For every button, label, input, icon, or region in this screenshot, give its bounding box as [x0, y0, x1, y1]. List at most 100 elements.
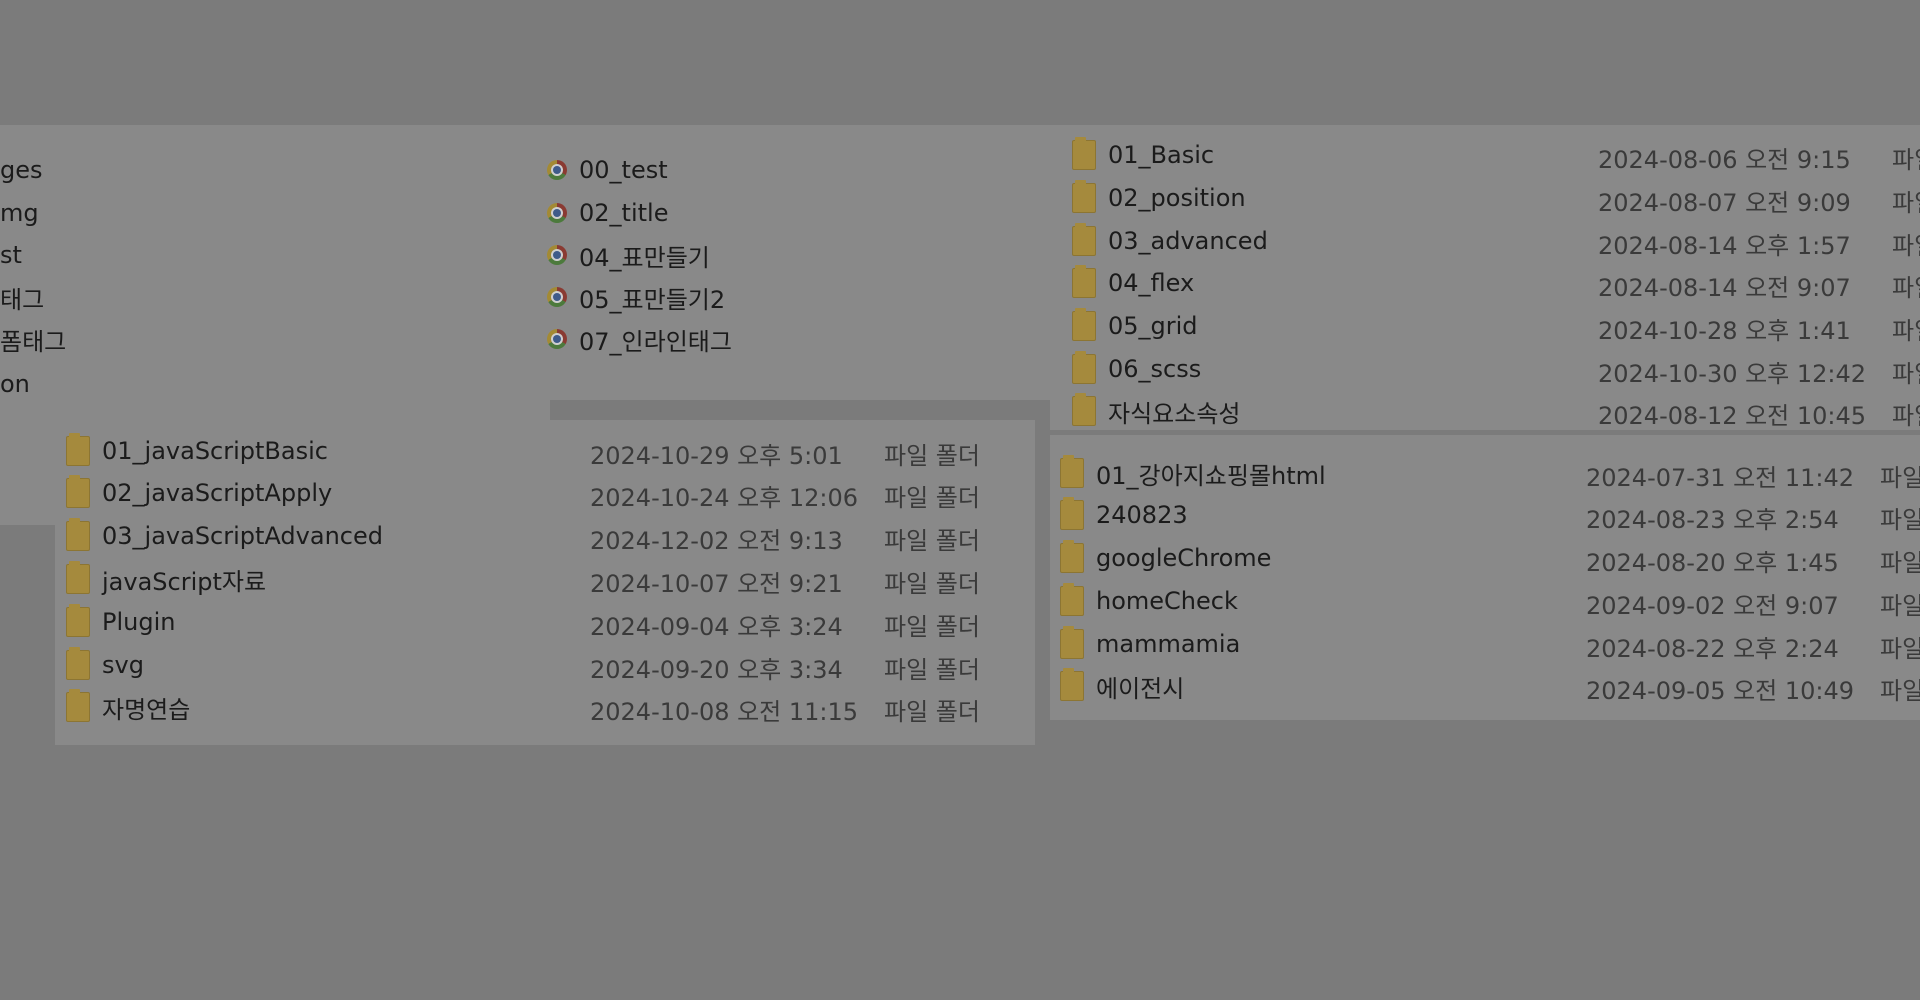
list-item[interactable]: on — [0, 367, 30, 401]
folder-row[interactable]: 03_advanced — [1072, 223, 1268, 258]
folder-type: 파일 폴더 — [884, 613, 980, 641]
folder-icon — [1072, 265, 1096, 298]
chrome-file-icon — [547, 287, 567, 307]
item-name: mg — [0, 199, 39, 227]
folder-icon — [1060, 540, 1084, 573]
file-name: 00_test — [579, 156, 668, 184]
folder-row[interactable]: 02_javaScriptApply — [66, 475, 333, 510]
folder-icon — [66, 647, 90, 680]
folder-date: 2024-08-22 오후 2:24 — [1586, 635, 1839, 663]
folder-row[interactable]: 자식요소속성 — [1072, 393, 1241, 428]
folder-name: 01_javaScriptBasic — [102, 437, 328, 465]
folder-row[interactable]: 05_grid — [1072, 308, 1198, 343]
folder-row[interactable]: Plugin — [66, 604, 176, 639]
folder-name: 04_flex — [1108, 269, 1195, 297]
folder-type: 파일 폴더 — [884, 484, 980, 512]
file-row[interactable]: 04_표만들기 — [547, 238, 710, 272]
folder-date: 2024-08-23 오후 2:54 — [1586, 506, 1839, 534]
folder-row[interactable]: 자명연습 — [66, 689, 191, 724]
list-item[interactable]: mg — [0, 196, 39, 230]
folder-date: 2024-12-02 오전 9:13 — [590, 527, 843, 555]
file-name: 02_title — [579, 199, 669, 227]
file-name: 07_인라인태그 — [579, 327, 732, 356]
folder-name: 자식요소속성 — [1108, 399, 1241, 428]
folder-icon — [66, 518, 90, 551]
folder-row[interactable]: 04_flex — [1072, 265, 1195, 300]
folder-date: 2024-08-06 오전 9:15 — [1598, 146, 1851, 174]
folder-icon — [66, 561, 90, 594]
folder-row[interactable]: homeCheck — [1060, 583, 1238, 618]
list-item[interactable]: 폼태그 — [0, 322, 66, 356]
folder-date: 2024-09-20 오후 3:34 — [590, 656, 843, 684]
folder-name: 03_javaScriptAdvanced — [102, 522, 383, 550]
folder-date: 2024-09-05 오전 10:49 — [1586, 677, 1855, 705]
folder-date: 2024-10-30 오후 12:42 — [1598, 360, 1867, 388]
folder-date: 2024-08-14 오전 9:07 — [1598, 274, 1851, 302]
folder-type: 파일 — [1880, 506, 1920, 534]
file-row[interactable]: 05_표만들기2 — [547, 280, 725, 314]
chrome-file-icon — [547, 203, 567, 223]
folder-type: 파일 폴더 — [884, 698, 980, 726]
folder-date: 2024-08-07 오전 9:09 — [1598, 189, 1851, 217]
folder-row[interactable]: mammamia — [1060, 626, 1240, 661]
folder-icon — [66, 433, 90, 466]
folder-type: 파일 폴더 — [884, 570, 980, 598]
folder-icon — [66, 689, 90, 722]
list-item[interactable]: ges — [0, 153, 43, 187]
folder-date: 2024-10-28 오후 1:41 — [1598, 317, 1851, 345]
folder-row[interactable]: svg — [66, 647, 144, 682]
folder-type: 파일 폴더 — [884, 442, 980, 470]
item-name: on — [0, 370, 30, 398]
folder-date: 2024-10-24 오후 12:06 — [590, 484, 859, 512]
folder-icon — [1060, 626, 1084, 659]
folder-name: 자명연습 — [102, 695, 191, 724]
folder-row[interactable]: 02_position — [1072, 180, 1246, 215]
folder-row[interactable]: 에이전시 — [1060, 668, 1184, 703]
folder-icon — [66, 475, 90, 508]
chrome-file-icon — [547, 245, 567, 265]
folder-row[interactable]: googleChrome — [1060, 540, 1271, 575]
folder-type: 파일 — [1880, 592, 1920, 620]
folder-icon — [1072, 180, 1096, 213]
folder-name: 02_position — [1108, 184, 1246, 212]
file-row[interactable]: 07_인라인태그 — [547, 322, 732, 356]
folder-type: 파일 — [1892, 189, 1920, 217]
folder-name: 05_grid — [1108, 312, 1198, 340]
chrome-file-icon — [547, 329, 567, 349]
folder-date: 2024-08-12 오전 10:45 — [1598, 402, 1867, 430]
folder-type: 파일 — [1892, 402, 1920, 430]
item-name: 폼태그 — [0, 327, 67, 356]
folder-name: 02_javaScriptApply — [102, 479, 333, 507]
folder-date: 2024-10-07 오전 9:21 — [590, 570, 843, 598]
folder-type: 파일 폴더 — [884, 527, 980, 555]
list-item[interactable]: 태그 — [0, 280, 44, 314]
folder-name: Plugin — [102, 608, 176, 636]
item-name: 태그 — [0, 285, 45, 314]
folder-date: 2024-09-04 오후 3:24 — [590, 613, 843, 641]
folder-icon — [1072, 137, 1096, 170]
folder-name: 01_Basic — [1108, 141, 1215, 169]
folder-row[interactable]: 240823 — [1060, 497, 1188, 532]
chrome-file-icon — [547, 160, 567, 180]
folder-row[interactable]: 01_강아지쇼핑몰html — [1060, 455, 1326, 490]
folder-type: 파일 폴더 — [884, 656, 980, 684]
folder-row[interactable]: javaScript자료 — [66, 561, 266, 596]
folder-row[interactable]: 01_Basic — [1072, 137, 1215, 172]
folder-icon — [1060, 668, 1084, 701]
file-name: 04_표만들기 — [579, 243, 710, 272]
folder-row[interactable]: 03_javaScriptAdvanced — [66, 518, 383, 553]
folder-type: 파일 — [1880, 635, 1920, 663]
folder-date: 2024-10-29 오후 5:01 — [590, 442, 843, 470]
file-row[interactable]: 00_test — [547, 153, 668, 187]
folder-icon — [1072, 393, 1096, 426]
list-item[interactable]: st — [0, 238, 22, 272]
folder-type: 파일 — [1892, 317, 1920, 345]
folder-row[interactable]: 01_javaScriptBasic — [66, 433, 328, 468]
folder-icon — [1060, 497, 1084, 530]
folder-row[interactable]: 06_scss — [1072, 351, 1202, 386]
folder-icon — [1060, 455, 1084, 488]
folder-date: 2024-08-14 오후 1:57 — [1598, 232, 1851, 260]
folder-name: 06_scss — [1108, 355, 1202, 383]
folder-icon — [1072, 351, 1096, 384]
file-row[interactable]: 02_title — [547, 196, 668, 230]
